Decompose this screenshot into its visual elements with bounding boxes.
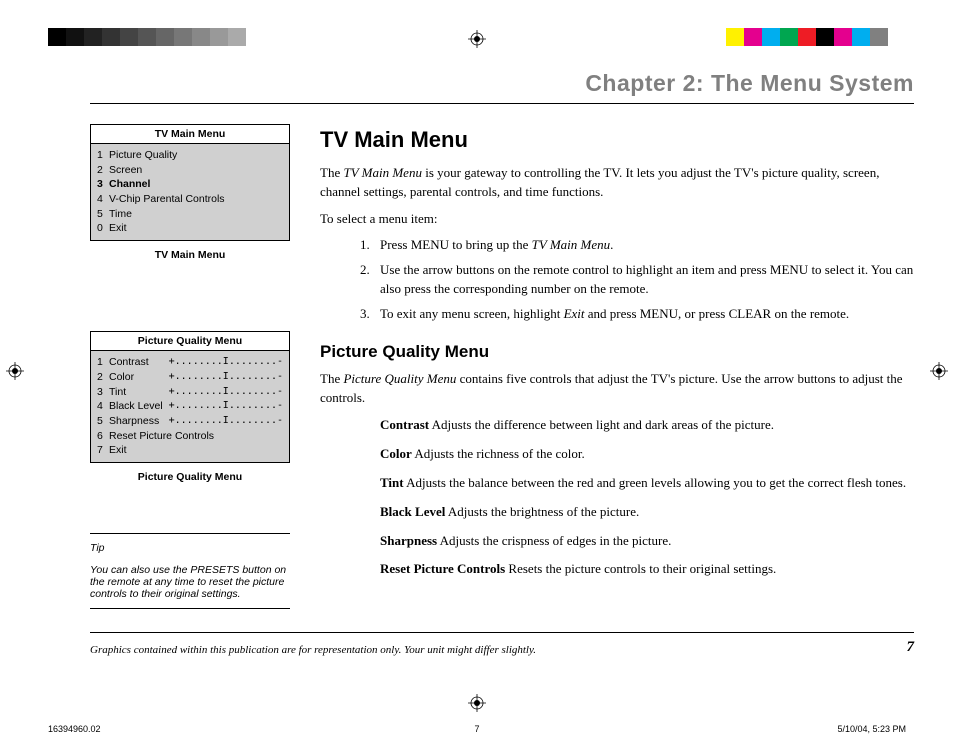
swatch [852, 28, 870, 46]
swatch [174, 28, 192, 46]
printer-color-swatches [726, 28, 906, 46]
section-heading-picture-quality: Picture Quality Menu [320, 340, 914, 365]
page-content: Chapter 2: The Menu System TV Main Menu … [90, 70, 914, 682]
registration-mark-bottom [468, 694, 486, 712]
swatch [66, 28, 84, 46]
menu-item: 4Black Level+........I........- [97, 399, 283, 414]
picture-quality-menu-figure: Picture Quality Menu 1Contrast+........I… [90, 331, 290, 463]
print-metadata-footer: 16394960.02 7 5/10/04, 5:23 PM [48, 724, 906, 734]
intro-paragraph: The TV Main Menu is your gateway to cont… [320, 164, 914, 202]
control-definition: Black Level Adjusts the brightness of th… [380, 503, 914, 522]
figure-caption: Picture Quality Menu [90, 471, 290, 483]
swatch [228, 28, 246, 46]
menu-item: 2Screen [97, 163, 283, 178]
page-number: 7 [907, 639, 915, 656]
swatch [138, 28, 156, 46]
menu-item: 1Picture Quality [97, 148, 283, 163]
menu-item: 7Exit [97, 443, 283, 458]
instruction-step: 2.Use the arrow buttons on the remote co… [360, 261, 914, 299]
swatch [798, 28, 816, 46]
swatch [120, 28, 138, 46]
figure-caption: TV Main Menu [90, 249, 290, 261]
swatch [726, 28, 744, 46]
menu-item: 0Exit [97, 221, 283, 236]
print-page-num: 7 [48, 724, 906, 734]
registration-mark-left [6, 362, 24, 380]
swatch [84, 28, 102, 46]
pq-intro-paragraph: The Picture Quality Menu contains five c… [320, 370, 914, 408]
main-column: TV Main Menu The TV Main Menu is your ga… [320, 124, 914, 609]
menu-item: 6Reset Picture Controls [97, 429, 283, 444]
swatch [762, 28, 780, 46]
printer-gray-swatches [48, 28, 246, 46]
control-definition: Reset Picture Controls Resets the pictur… [380, 560, 914, 579]
control-definition: Sharpness Adjusts the crispness of edges… [380, 532, 914, 551]
swatch [48, 28, 66, 46]
menu-item: 3Channel [97, 177, 283, 192]
swatch [870, 28, 888, 46]
swatch [192, 28, 210, 46]
control-definition: Contrast Adjusts the difference between … [380, 416, 914, 435]
tip-text: You can also use the PRESETS button on t… [90, 564, 290, 600]
swatch [816, 28, 834, 46]
menu-item: 2Color+........I........- [97, 370, 283, 385]
swatch [156, 28, 174, 46]
tip-callout: Tip You can also use the PRESETS button … [90, 533, 290, 609]
control-definitions: Contrast Adjusts the difference between … [380, 416, 914, 579]
registration-mark-right [930, 362, 948, 380]
swatch [780, 28, 798, 46]
swatch [744, 28, 762, 46]
section-heading-tv-main-menu: TV Main Menu [320, 124, 914, 156]
menu-item: 3Tint+........I........- [97, 385, 283, 400]
swatch [834, 28, 852, 46]
menu-item: 5Sharpness+........I........- [97, 414, 283, 429]
sidebar-column: TV Main Menu 1Picture Quality2Screen3Cha… [90, 124, 290, 609]
page-footer: Graphics contained within this publicati… [90, 632, 914, 656]
swatch [102, 28, 120, 46]
menu-box-title: TV Main Menu [91, 125, 289, 144]
instruction-step: 3.To exit any menu screen, highlight Exi… [360, 305, 914, 324]
menu-box-title: Picture Quality Menu [91, 332, 289, 351]
swatch [210, 28, 228, 46]
registration-mark-top [468, 30, 486, 48]
tv-main-menu-figure: TV Main Menu 1Picture Quality2Screen3Cha… [90, 124, 290, 241]
swatch [888, 28, 906, 46]
menu-item: 4V-Chip Parental Controls [97, 192, 283, 207]
control-definition: Color Adjusts the richness of the color. [380, 445, 914, 464]
menu-item: 5Time [97, 207, 283, 222]
instruction-steps: 1.Press MENU to bring up the TV Main Men… [360, 236, 914, 323]
tip-label: Tip [90, 542, 290, 554]
select-instruction: To select a menu item: [320, 210, 914, 229]
chapter-title: Chapter 2: The Menu System [90, 70, 914, 104]
menu-item: 1Contrast+........I........- [97, 355, 283, 370]
instruction-step: 1.Press MENU to bring up the TV Main Men… [360, 236, 914, 255]
footer-disclaimer: Graphics contained within this publicati… [90, 644, 907, 656]
control-definition: Tint Adjusts the balance between the red… [380, 474, 914, 493]
